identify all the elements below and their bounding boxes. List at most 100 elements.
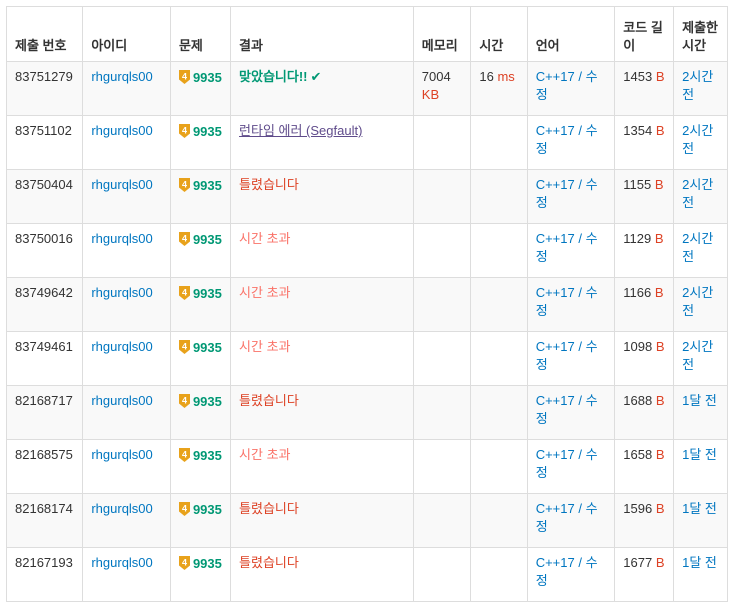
user-link[interactable]: rhgurqls00	[91, 123, 152, 138]
submitted-time-link[interactable]: 2시간 전	[682, 231, 713, 264]
cell-memory	[412, 115, 472, 170]
cell-memory	[412, 493, 472, 548]
tier-badge-icon: 4	[178, 286, 190, 300]
tier-number: 4	[182, 342, 187, 352]
submitted-time-link[interactable]: 2시간 전	[682, 177, 713, 210]
user-link[interactable]: rhgurqls00	[91, 177, 152, 192]
header-result: 결과	[230, 6, 414, 62]
header-submission-id: 제출 번호	[5, 6, 84, 62]
problem-link[interactable]: 9935	[193, 502, 222, 517]
submission-id: 82168717	[15, 393, 73, 408]
cell-submitted: 2시간 전	[673, 277, 728, 332]
table-row: 83750016 rhgurqls00 4 9935 시간 초과 C++17 / 수정 11…	[5, 223, 728, 278]
user-link[interactable]: rhgurqls00	[91, 231, 152, 246]
code-length-unit: B	[655, 69, 665, 84]
code-length-value: 1354	[623, 123, 653, 138]
cell-language: C++17 / 수정	[526, 331, 616, 386]
header-time: 시간	[470, 6, 528, 62]
code-length-value: 1677	[623, 555, 653, 570]
result-text[interactable]: 런타임 에러 (Segfault)	[239, 123, 362, 138]
cell-submission-id: 83750404	[5, 169, 84, 224]
language-link[interactable]: C++17	[536, 555, 575, 570]
header-submitted: 제출한 시간	[673, 6, 728, 62]
code-length-unit: B	[654, 177, 664, 192]
code-length-value: 1688	[623, 393, 653, 408]
code-length-unit: B	[655, 447, 665, 462]
problem-link[interactable]: 9935	[193, 232, 222, 247]
problem-link[interactable]: 9935	[193, 286, 222, 301]
problem-link[interactable]: 9935	[193, 124, 222, 139]
user-link[interactable]: rhgurqls00	[91, 285, 152, 300]
cell-language: C++17 / 수정	[526, 61, 616, 116]
problem-link[interactable]: 9935	[193, 178, 222, 193]
cell-user: rhgurqls00	[82, 439, 171, 494]
separator: /	[574, 177, 586, 192]
cell-code-length: 1166 B	[614, 277, 675, 332]
user-link[interactable]: rhgurqls00	[91, 393, 152, 408]
cell-code-length: 1155 B	[614, 169, 675, 224]
cell-problem: 4 9935	[169, 169, 232, 224]
cell-time	[470, 547, 528, 602]
cell-language: C++17 / 수정	[526, 169, 616, 224]
table-row: 82168717 rhgurqls00 4 9935 틀렸습니다 C++17 / 수정 16…	[5, 385, 728, 440]
submitted-time-link[interactable]: 2시간 전	[682, 339, 713, 372]
problem-link[interactable]: 9935	[193, 394, 222, 409]
submitted-time-link[interactable]: 2시간 전	[682, 69, 713, 102]
submitted-time-link[interactable]: 1달 전	[682, 393, 717, 408]
result-text: 시간 초과	[239, 339, 291, 354]
cell-submitted: 2시간 전	[673, 331, 728, 386]
submission-id: 83749642	[15, 285, 73, 300]
code-length-value: 1166	[623, 285, 652, 300]
language-link[interactable]: C++17	[536, 177, 575, 192]
code-length-unit: B	[654, 285, 664, 300]
language-link[interactable]: C++17	[536, 69, 575, 84]
table-row: 82168174 rhgurqls00 4 9935 틀렸습니다 C++17 / 수정 15…	[5, 493, 728, 548]
cell-language: C++17 / 수정	[526, 115, 616, 170]
cell-user: rhgurqls00	[82, 547, 171, 602]
cell-result: 맞았습니다!! ✔	[230, 61, 414, 116]
submitted-time-link[interactable]: 1달 전	[682, 501, 717, 516]
language-link[interactable]: C++17	[536, 231, 575, 246]
problem-link[interactable]: 9935	[193, 340, 222, 355]
language-link[interactable]: C++17	[536, 393, 575, 408]
submission-id: 83750404	[15, 177, 73, 192]
user-link[interactable]: rhgurqls00	[91, 447, 152, 462]
cell-result: 틀렸습니다	[230, 169, 414, 224]
cell-user: rhgurqls00	[82, 169, 171, 224]
cell-memory	[412, 169, 472, 224]
result-text: 틀렸습니다	[239, 501, 299, 516]
submitted-time-link[interactable]: 2시간 전	[682, 285, 713, 318]
tier-badge-icon: 4	[178, 124, 190, 138]
tier-number: 4	[182, 396, 187, 406]
submitted-time-link[interactable]: 1달 전	[682, 447, 717, 462]
header-code-length: 코드 길이	[614, 6, 675, 62]
cell-language: C++17 / 수정	[526, 547, 616, 602]
language-link[interactable]: C++17	[536, 447, 575, 462]
cell-submission-id: 83751279	[5, 61, 84, 116]
cell-memory	[412, 277, 472, 332]
code-length-value: 1453	[623, 69, 653, 84]
user-link[interactable]: rhgurqls00	[91, 501, 152, 516]
language-link[interactable]: C++17	[536, 339, 575, 354]
user-link[interactable]: rhgurqls00	[91, 69, 152, 84]
separator: /	[574, 447, 586, 462]
table-header: 제출 번호 아이디 문제 결과 메모리 시간 언어 코드 길이 제출한 시간	[5, 6, 728, 62]
submitted-time-link[interactable]: 2시간 전	[682, 123, 713, 156]
language-link[interactable]: C++17	[536, 501, 575, 516]
user-link[interactable]: rhgurqls00	[91, 555, 152, 570]
submission-id: 82168575	[15, 447, 73, 462]
submitted-time-link[interactable]: 1달 전	[682, 555, 717, 570]
user-link[interactable]: rhgurqls00	[91, 339, 152, 354]
problem-link[interactable]: 9935	[193, 70, 222, 85]
code-length-unit: B	[654, 231, 664, 246]
tier-number: 4	[182, 558, 187, 568]
cell-memory	[412, 223, 472, 278]
result-text: 시간 초과	[239, 285, 291, 300]
cell-language: C++17 / 수정	[526, 493, 616, 548]
language-link[interactable]: C++17	[536, 285, 575, 300]
language-link[interactable]: C++17	[536, 123, 575, 138]
cell-time	[470, 493, 528, 548]
problem-link[interactable]: 9935	[193, 448, 222, 463]
problem-link[interactable]: 9935	[193, 556, 222, 571]
cell-result: 시간 초과	[230, 223, 414, 278]
